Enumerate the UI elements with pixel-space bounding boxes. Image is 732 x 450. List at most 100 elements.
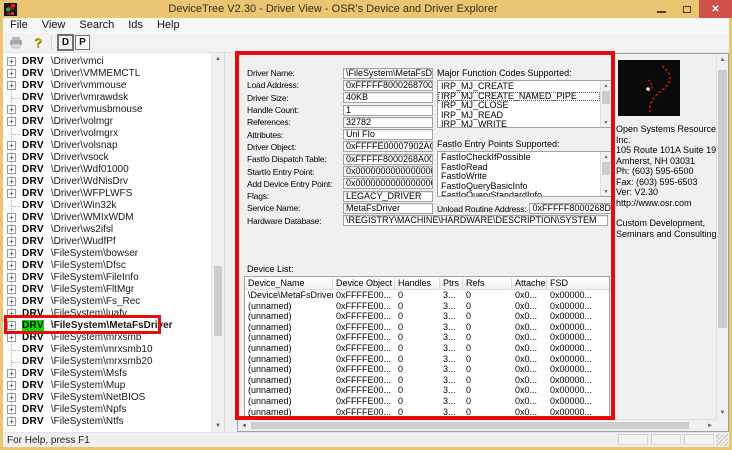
field-value[interactable]: 0xFFFFF8000268A000 xyxy=(343,154,433,165)
scroll-down-icon[interactable]: ▼ xyxy=(717,407,728,419)
scroll-left-icon[interactable]: ◄ xyxy=(238,420,250,431)
table-row[interactable]: (unnamed)0xFFFFE00...03...00x0...0x00000… xyxy=(245,301,609,312)
field-value[interactable]: 32782 xyxy=(343,117,433,128)
table-row[interactable]: (unnamed)0xFFFFE00...03...00x0...0x00000… xyxy=(245,385,609,396)
expand-plus-icon[interactable]: + xyxy=(7,153,16,162)
detail-vertical-scrollbar[interactable]: ▲ ▼ xyxy=(716,54,728,419)
field-value[interactable]: 40KB xyxy=(343,92,433,103)
tree-item[interactable]: +DRV\Driver\WMIxWDM xyxy=(3,211,211,223)
menu-item-file[interactable]: File xyxy=(3,18,35,33)
column-header[interactable]: Device_Name xyxy=(245,277,333,290)
expand-plus-icon[interactable]: + xyxy=(7,393,16,402)
expand-plus-icon[interactable]: + xyxy=(7,117,16,126)
table-row[interactable]: (unnamed)0xFFFFE00...03...00x0...0x00000… xyxy=(245,407,609,418)
column-header[interactable]: Refs xyxy=(463,277,512,290)
column-header[interactable]: Handles xyxy=(395,277,440,290)
table-row[interactable]: (unnamed)0xFFFFE00...03...00x0...0x00000… xyxy=(245,354,609,365)
tree-item[interactable]: +DRV\FileSystem\Mup xyxy=(3,379,211,391)
tree-item[interactable]: DRV\Driver\vmrawdsk xyxy=(3,91,211,103)
scroll-down-icon[interactable]: ▼ xyxy=(601,118,611,127)
table-row[interactable]: (unnamed)0xFFFFE00...03...00x0...0x00000… xyxy=(245,322,609,333)
table-row[interactable]: (unnamed)0xFFFFE00...03...00x0...0x00000… xyxy=(245,343,609,354)
tree-item[interactable]: +DRV\FileSystem\MetaFsDriver xyxy=(3,319,211,331)
scroll-up-icon[interactable]: ▲ xyxy=(601,81,611,90)
expand-plus-icon[interactable]: + xyxy=(7,309,16,318)
expand-plus-icon[interactable]: + xyxy=(7,261,16,270)
scrollbar-thumb[interactable] xyxy=(214,266,222,336)
scrollbar-thumb[interactable] xyxy=(602,91,610,104)
scroll-up-icon[interactable]: ▲ xyxy=(212,53,224,65)
tree-item[interactable]: +DRV\FileSystem\mrxsmb xyxy=(3,331,211,343)
expand-plus-icon[interactable]: + xyxy=(7,69,16,78)
tree-item[interactable]: +DRV\Driver\WFPLWFS xyxy=(3,187,211,199)
scroll-up-icon[interactable]: ▲ xyxy=(717,54,728,66)
table-row[interactable]: \Device\MetaFsDriver0xFFFFE00...03...00x… xyxy=(245,290,609,301)
tree-item[interactable]: DRV\FileSystem\mrxsmb10 xyxy=(3,343,211,355)
expand-plus-icon[interactable]: + xyxy=(7,225,16,234)
table-row[interactable]: (unnamed)0xFFFFE00...03...00x0...0x00000… xyxy=(245,396,609,407)
field-value[interactable]: 0x0000000000000000 xyxy=(343,178,433,189)
expand-plus-icon[interactable]: + xyxy=(7,165,16,174)
tree-item[interactable]: +DRV\Driver\WudfPf xyxy=(3,235,211,247)
tree-item[interactable]: +DRV\FileSystem\Fs_Rec xyxy=(3,295,211,307)
tree-item[interactable]: +DRV\Driver\ws2ifsl xyxy=(3,223,211,235)
expand-plus-icon[interactable]: + xyxy=(7,57,16,66)
fastio-listbox[interactable]: FastIoCheckIfPossibleFastIoReadFastIoWri… xyxy=(437,151,612,197)
print-button[interactable] xyxy=(7,35,25,51)
expand-plus-icon[interactable]: + xyxy=(7,417,16,426)
field-value[interactable]: MetaFsDriver xyxy=(343,203,433,214)
field-value[interactable]: 0xFFFFF80002687000 xyxy=(343,80,433,91)
expand-plus-icon[interactable]: + xyxy=(7,141,16,150)
resize-grip-icon[interactable] xyxy=(716,434,728,446)
tree-item[interactable]: DRV\Driver\volmgrx xyxy=(3,127,211,139)
table-row[interactable]: (unnamed)0xFFFFE00...03...00x0...0x00000… xyxy=(245,375,609,386)
tree-item[interactable]: +DRV\FileSystem\luafv xyxy=(3,307,211,319)
tree-item[interactable]: +DRV\Driver\vmci xyxy=(3,55,211,67)
expand-plus-icon[interactable]: + xyxy=(7,405,16,414)
expand-plus-icon[interactable]: + xyxy=(7,381,16,390)
tree-item[interactable]: +DRV\Driver\vmmouse xyxy=(3,79,211,91)
listbox-scrollbar[interactable]: ▲ ▼ xyxy=(600,152,611,196)
minimize-button[interactable] xyxy=(649,0,674,18)
menu-item-ids[interactable]: Ids xyxy=(121,18,150,33)
listbox-item[interactable]: FastIoRead xyxy=(438,163,600,173)
listbox-item[interactable]: FastIoWrite xyxy=(438,172,600,182)
expand-plus-icon[interactable]: + xyxy=(7,273,16,282)
column-header[interactable]: Device Object xyxy=(333,277,395,290)
expand-plus-icon[interactable]: + xyxy=(7,369,16,378)
major-function-listbox[interactable]: IRP_MJ_CREATEIRP_MJ_CREATE_NAMED_PIPEIRP… xyxy=(437,80,612,128)
scroll-up-icon[interactable]: ▲ xyxy=(601,152,611,161)
table-row[interactable]: (unnamed)0xFFFFE00...03...00x0...0x00000… xyxy=(245,311,609,322)
listbox-item[interactable]: IRP_MJ_READ xyxy=(438,111,600,121)
scroll-down-icon[interactable]: ▼ xyxy=(601,187,611,196)
detail-horizontal-scrollbar[interactable]: ◄ ► xyxy=(238,419,716,431)
expand-plus-icon[interactable]: + xyxy=(7,321,16,330)
tree-item[interactable]: DRV\FileSystem\mrxsmb20 xyxy=(3,355,211,367)
field-value[interactable]: 1 xyxy=(343,105,433,116)
scrollbar-thumb[interactable] xyxy=(251,422,689,429)
column-header[interactable]: Ptrs xyxy=(440,277,463,290)
field-value[interactable]: 0x0000000000000000 xyxy=(343,166,433,177)
menu-item-help[interactable]: Help xyxy=(150,18,187,33)
expand-plus-icon[interactable]: + xyxy=(7,213,16,222)
plugplay-view-button[interactable]: P xyxy=(75,35,90,50)
field-value[interactable]: \REGISTRY\MACHINE\HARDWARE\DESCRIPTION\S… xyxy=(343,215,608,226)
tree-item[interactable]: +DRV\Driver\VMMEMCTL xyxy=(3,67,211,79)
listbox-item[interactable]: FastIoQueryBasicInfo xyxy=(438,182,600,192)
tree-item[interactable]: +DRV\FileSystem\Ntfs xyxy=(3,415,211,427)
expand-plus-icon[interactable]: + xyxy=(7,105,16,114)
tree-item[interactable]: +DRV\Driver\Wdf01000 xyxy=(3,163,211,175)
expand-plus-icon[interactable]: + xyxy=(7,81,16,90)
tree-item[interactable]: DRV\Driver\Win32k xyxy=(3,199,211,211)
table-row[interactable]: (unnamed)0xFFFFE00...03...00x0...0x00000… xyxy=(245,364,609,375)
listbox-scrollbar[interactable]: ▲ ▼ xyxy=(600,81,611,127)
tree-item[interactable]: +DRV\Driver\volmgr xyxy=(3,115,211,127)
listbox-item[interactable]: IRP_MJ_CLOSE xyxy=(438,101,600,111)
expand-plus-icon[interactable]: + xyxy=(7,189,16,198)
tree-item[interactable]: +DRV\FileSystem\FltMgr xyxy=(3,283,211,295)
menu-item-view[interactable]: View xyxy=(35,18,73,33)
tree-item[interactable]: +DRV\Driver\volsnap xyxy=(3,139,211,151)
expand-plus-icon[interactable]: + xyxy=(7,237,16,246)
tree-item[interactable]: +DRV\FileSystem\Msfs xyxy=(3,367,211,379)
column-header[interactable]: Attached xyxy=(512,277,547,290)
